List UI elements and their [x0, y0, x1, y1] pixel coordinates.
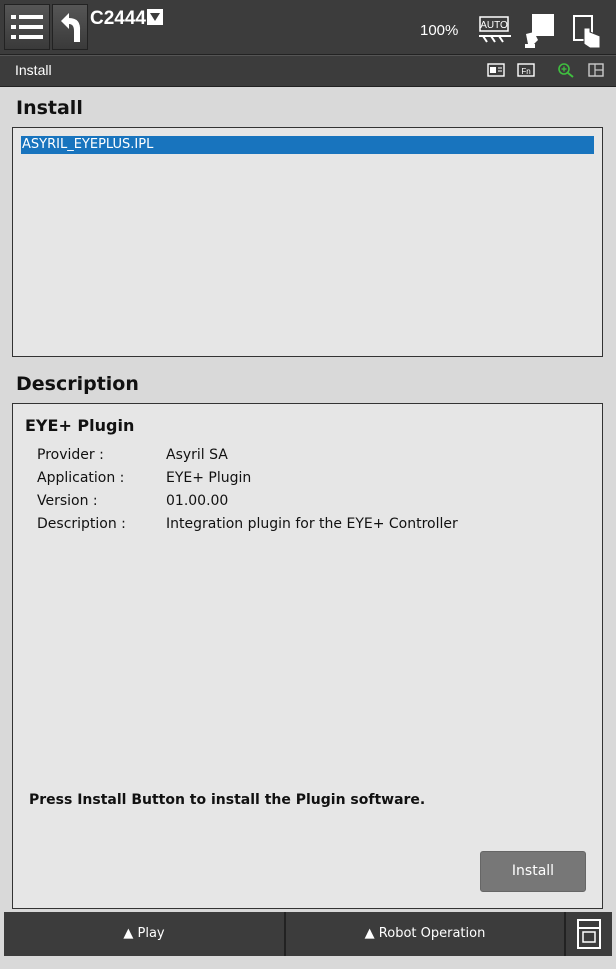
provider-label: Provider : — [37, 447, 104, 463]
zoom-in-icon[interactable] — [557, 62, 575, 78]
description-label: Description : — [37, 516, 126, 532]
install-hint: Press Install Button to install the Plug… — [29, 792, 426, 808]
bottom-bar: ▲ Play ▲ Robot Operation — [4, 912, 612, 956]
application-value: EYE+ Plugin — [166, 470, 252, 486]
plugin-file-list[interactable]: ASYRIL_EYEPLUS.IPL — [12, 127, 603, 357]
layout-icon[interactable] — [487, 62, 505, 78]
plugin-title: EYE+ Plugin — [25, 416, 135, 435]
teach-pendant-icon[interactable] — [522, 12, 558, 50]
description-panel: EYE+ Plugin Provider : Asyril SA Applica… — [12, 403, 603, 909]
description-value: Integration plugin for the EYE+ Controll… — [166, 516, 458, 532]
screen-title: Install — [15, 62, 52, 78]
caret-down-icon — [147, 9, 163, 25]
auto-mode-label: AUTO — [480, 20, 508, 31]
function-key-icon[interactable]: Fn — [517, 62, 535, 78]
speed-override[interactable]: 100% — [420, 22, 458, 39]
file-list-item-selected[interactable]: ASYRIL_EYEPLUS.IPL — [21, 136, 594, 154]
touch-hand-icon[interactable] — [570, 12, 604, 50]
install-button[interactable]: Install — [480, 851, 586, 892]
top-bar: C2444 100% AUTO — [0, 0, 616, 55]
play-button[interactable]: ▲ Play — [4, 912, 284, 956]
cabinet-icon — [577, 919, 601, 949]
version-value: 01.00.00 — [166, 493, 229, 509]
back-button[interactable] — [52, 4, 88, 50]
install-heading: Install — [16, 97, 83, 119]
robot-operation-button[interactable]: ▲ Robot Operation — [286, 912, 564, 956]
controller-name: C2444 — [90, 8, 146, 29]
description-heading: Description — [16, 373, 139, 395]
controller-selector[interactable]: C2444 — [90, 8, 163, 30]
menu-icon — [11, 15, 43, 39]
undo-arrow-icon — [61, 13, 81, 42]
version-label: Version : — [37, 493, 98, 509]
screen-title-bar: Install Fn — [0, 55, 616, 87]
provider-value: Asyril SA — [166, 447, 228, 463]
menu-button[interactable] — [4, 4, 50, 50]
application-label: Application : — [37, 470, 125, 486]
robot-cabinet-button[interactable] — [566, 912, 612, 956]
split-view-icon[interactable] — [587, 62, 605, 78]
svg-text:Fn: Fn — [521, 67, 530, 76]
auto-mode-icon[interactable]: AUTO — [477, 14, 513, 44]
